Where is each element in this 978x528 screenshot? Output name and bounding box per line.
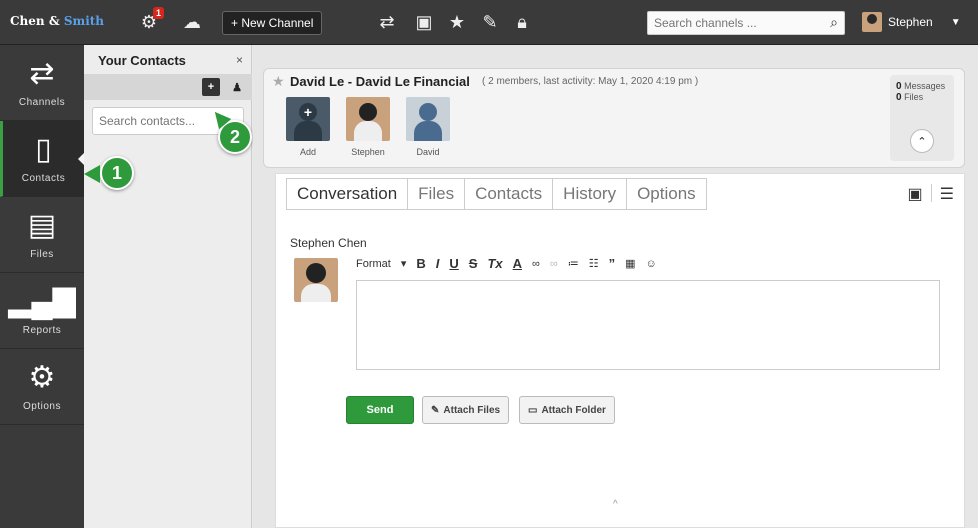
channel-stats: 0 Messages 0 Files ⌃: [890, 75, 954, 161]
callout-1: 1: [84, 156, 134, 190]
avatar: [406, 97, 450, 141]
nav-options[interactable]: ⚙ Options: [0, 349, 84, 425]
briefcase-icon[interactable]: ▣: [412, 10, 436, 34]
emoji-icon[interactable]: ☺: [645, 258, 656, 270]
channel-title: David Le - David Le Financial: [290, 74, 470, 89]
swap-arrows-icon: ⇄: [29, 57, 55, 90]
link-icon[interactable]: ∞: [532, 258, 540, 270]
chevron-up-icon[interactable]: ⌃: [910, 129, 934, 153]
divider: [930, 184, 932, 202]
blockquote-icon[interactable]: ”: [609, 256, 616, 271]
new-channel-button[interactable]: + New Channel: [222, 11, 323, 35]
conversation-tools: ▣ ☰: [908, 184, 954, 204]
add-folder-button[interactable]: +: [202, 78, 220, 96]
search-channels-input[interactable]: [648, 12, 818, 34]
avatar: [862, 12, 882, 32]
nav-reports[interactable]: ▂▄▇ Reports: [0, 273, 84, 349]
chevron-down-icon: ▼: [950, 16, 961, 28]
main-area: ★ David Le - David Le Financial ( 2 memb…: [253, 45, 978, 528]
editor-toolbar: Format ▾ B I U S Tx A ∞ ∞ ≔ ☷ ” ▦ ☺: [356, 256, 657, 271]
contacts-title: Your Contacts: [98, 53, 186, 68]
add-member-button[interactable]: + Add: [286, 97, 330, 157]
brand-logo[interactable]: Chen & Smith: [10, 14, 104, 28]
conversation-box: Conversation Files Contacts History Opti…: [275, 173, 965, 528]
strikethrough-icon[interactable]: S: [469, 256, 478, 271]
nav-files[interactable]: ▤ Files: [0, 197, 84, 273]
chevron-up-icon[interactable]: ^: [613, 499, 618, 510]
gear-icon: ⚙: [28, 361, 56, 394]
briefcase-icon[interactable]: ▣: [908, 184, 923, 204]
chevron-down-icon[interactable]: ▾: [401, 257, 407, 270]
unlink-icon[interactable]: ∞: [550, 258, 558, 270]
callout-2: 2: [218, 120, 252, 154]
lock-icon[interactable]: 🔒︎: [510, 10, 534, 34]
member-stephen[interactable]: Stephen: [346, 97, 390, 157]
menu-icon[interactable]: ☰: [940, 184, 954, 204]
star-icon[interactable]: ★: [272, 73, 285, 90]
channel-header: ★ David Le - David Le Financial ( 2 memb…: [263, 68, 965, 168]
channel-meta: ( 2 members, last activity: May 1, 2020 …: [482, 76, 699, 87]
bold-icon[interactable]: B: [416, 256, 425, 271]
avatar: [294, 258, 338, 302]
add-member-icon: +: [286, 97, 330, 141]
user-menu[interactable]: Stephen ▼: [862, 10, 961, 34]
edit-icon[interactable]: ✎: [478, 10, 502, 34]
bar-chart-icon: ▂▄▇: [8, 285, 76, 318]
star-icon[interactable]: ★: [445, 10, 469, 34]
members-list: + Add Stephen David: [286, 97, 450, 157]
close-icon[interactable]: ×: [236, 53, 243, 67]
clear-format-icon[interactable]: Tx: [487, 256, 502, 271]
book-icon: ▯: [35, 133, 52, 166]
file-icon: ▤: [27, 209, 57, 242]
cloud-check-icon[interactable]: ☁: [180, 10, 204, 34]
bulleted-list-icon[interactable]: ☷: [589, 257, 599, 270]
folder-icon: ▭: [528, 404, 538, 416]
left-nav: ⇄ Channels ▯ Contacts ▤ Files ▂▄▇ Report…: [0, 45, 84, 528]
member-david[interactable]: David: [406, 97, 450, 157]
nav-channels[interactable]: ⇄ Channels: [0, 45, 84, 121]
tab-files[interactable]: Files: [408, 178, 466, 210]
message-editor[interactable]: [356, 280, 940, 370]
notification-badge: 1: [152, 7, 164, 19]
text-color-icon[interactable]: A: [513, 256, 522, 271]
swap-arrows-icon[interactable]: ⇄: [375, 10, 399, 34]
author-name: Stephen Chen: [290, 236, 367, 250]
send-button[interactable]: Send: [346, 396, 414, 424]
tab-options[interactable]: Options: [627, 178, 707, 210]
contacts-toolbar: + ♟: [84, 74, 252, 100]
underline-icon[interactable]: U: [449, 256, 458, 271]
format-dropdown[interactable]: Format: [356, 258, 391, 270]
nav-contacts[interactable]: ▯ Contacts: [0, 121, 84, 197]
attach-folder-button[interactable]: ▭ Attach Folder: [519, 396, 615, 424]
table-icon[interactable]: ▦: [625, 257, 635, 270]
attach-files-button[interactable]: ✎ Attach Files: [422, 396, 510, 424]
numbered-list-icon[interactable]: ≔: [568, 257, 579, 270]
tab-history[interactable]: History: [553, 178, 628, 210]
avatar: [346, 97, 390, 141]
top-bar: Chen & Smith ⚙ 1 ☁ + New Channel ⇄ ▣ ★ ✎ …: [0, 0, 978, 45]
italic-icon[interactable]: I: [436, 256, 440, 271]
search-channels: ⌕: [647, 11, 845, 35]
tab-conversation[interactable]: Conversation: [286, 178, 409, 210]
tabs: Conversation Files Contacts History Opti…: [286, 178, 707, 210]
tab-contacts[interactable]: Contacts: [465, 178, 554, 210]
user-name: Stephen: [888, 15, 933, 29]
notifications-icon[interactable]: ⚙ 1: [137, 7, 164, 34]
search-icon[interactable]: ⌕: [830, 14, 838, 31]
add-contact-icon[interactable]: ♟: [228, 78, 246, 96]
paperclip-icon: ✎: [431, 404, 440, 416]
